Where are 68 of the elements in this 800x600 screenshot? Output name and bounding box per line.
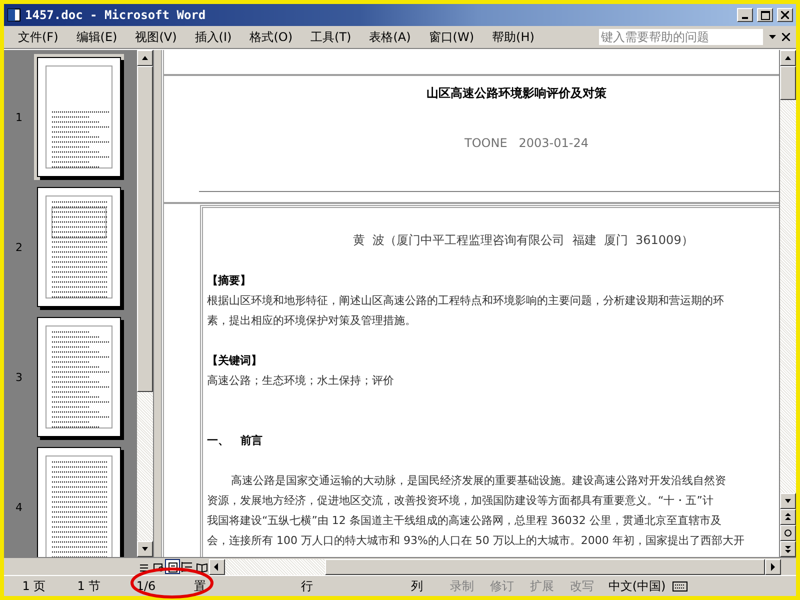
- status-text: 扩展: [529, 578, 555, 594]
- window-title: 1457.doc - Microsoft Word: [25, 8, 207, 22]
- previous-page-button[interactable]: [780, 509, 796, 525]
- paragraph-line: 根据山区环境和地形特征，阐述山区高速公路的工程特点和环境影响的主要问题，分析建设期和营运期的环: [207, 293, 725, 309]
- page-number: 2: [14, 240, 24, 254]
- scroll-up-button[interactable]: [137, 50, 153, 66]
- menu-item[interactable]: 窗口(W): [420, 28, 482, 46]
- scroll-thumb[interactable]: [780, 66, 796, 100]
- view-mode-button[interactable]: [180, 559, 194, 574]
- scroll-thumb[interactable]: [324, 558, 765, 574]
- scroll-left-button[interactable]: [208, 558, 225, 574]
- scroll-thumb[interactable]: [137, 66, 153, 392]
- help-search-field[interactable]: 键入需要帮助的问题: [599, 29, 763, 45]
- maximize-button[interactable]: [757, 8, 773, 22]
- page-number: 4: [14, 500, 24, 514]
- minimize-button[interactable]: [737, 8, 753, 22]
- status-text: 1 页: [21, 578, 47, 594]
- scroll-down-button[interactable]: [137, 541, 153, 557]
- menu-item[interactable]: 文件(F): [10, 28, 66, 46]
- paragraph-line: 素，提出相应的环境保护对策及管理措施。: [207, 313, 417, 329]
- browse-object-button[interactable]: [780, 525, 796, 541]
- status-text: 录制: [449, 578, 475, 594]
- status-text: 中文(中国): [607, 578, 667, 594]
- menu-item[interactable]: 插入(I): [186, 28, 240, 46]
- menu-item[interactable]: 工具(T): [302, 28, 360, 46]
- double-down-arrow-icon: [784, 544, 792, 554]
- next-page-button[interactable]: [780, 541, 796, 557]
- paragraph-line: 我国将建设“五纵七横”由 12 条国道主干线组成的高速公路网，总里程 36032 公里，贯通北京至直辖市及: [207, 513, 722, 529]
- print-view-icon: [166, 560, 179, 572]
- scroll-up-button[interactable]: [780, 50, 796, 66]
- status-text: 1 节: [76, 578, 102, 594]
- outline-view-icon: [181, 560, 194, 572]
- page-number: 3: [14, 370, 24, 384]
- author-line: 黄 波（厦门中平工程监理咨询有限公司 福建 厦门 361009）: [353, 232, 694, 249]
- paragraph-line: 高速公路；生态环境；水土保持；评价: [207, 373, 395, 389]
- status-text: 置: [193, 578, 207, 594]
- section-label: 【摘要】: [207, 273, 252, 289]
- byline: TOONE 2003-01-24: [464, 136, 588, 150]
- dropdown-caret-icon[interactable]: [769, 35, 776, 39]
- section-label: 【关键词】: [207, 353, 263, 369]
- double-up-arrow-icon: [784, 512, 792, 522]
- close-icon[interactable]: [782, 33, 790, 41]
- document-title: 山区高速公路环境影响评价及对策: [426, 85, 606, 102]
- status-text: 列: [410, 578, 424, 594]
- status-text: 1/6: [135, 579, 157, 593]
- maximize-icon: [760, 10, 770, 20]
- web-view-icon: [152, 560, 164, 572]
- menu-item[interactable]: 视图(V): [127, 28, 185, 46]
- status-text: 修订: [489, 578, 515, 594]
- scroll-right-button[interactable]: [764, 558, 781, 574]
- document-icon: [7, 8, 21, 22]
- status-text: 改写: [569, 578, 595, 594]
- menu-item[interactable]: 表格(A): [361, 28, 419, 46]
- scroll-down-button[interactable]: [780, 493, 796, 509]
- menu-item[interactable]: 帮助(H): [484, 28, 542, 46]
- menu-item[interactable]: 格式(O): [242, 28, 301, 46]
- paragraph-line: 资源，发展地方经济，促进地区交流，改善投资环境，加强国防建设等方面都具有重要意义。“十・五”计: [207, 493, 714, 509]
- menu-item[interactable]: 编辑(E): [68, 28, 126, 46]
- reading-view-icon: [196, 560, 208, 572]
- paragraph-line: 会，连接所有 100 万人口的特大城市和 93%的人口在 50 万以上的大城市。2000 年初，国家提出了西部大开: [207, 533, 746, 549]
- paragraph-line: 高速公路是国家交通运输的大动脉，是国民经济发展的重要基础设施。建设高速公路对开发沿线自然资: [230, 473, 727, 489]
- status-text: 行: [300, 578, 314, 594]
- circle-icon: [784, 529, 792, 537]
- close-button[interactable]: [777, 8, 793, 22]
- page-number: 1: [14, 110, 24, 124]
- keyboard-icon: [672, 580, 688, 592]
- close-icon: [781, 11, 789, 19]
- section-heading: 一、 前言: [207, 433, 264, 449]
